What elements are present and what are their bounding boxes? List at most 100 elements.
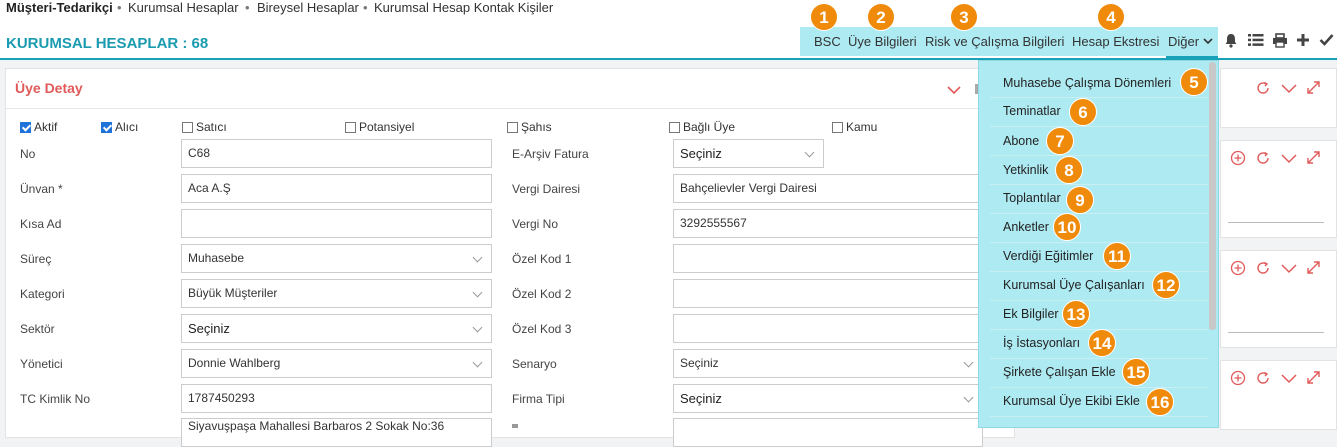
checkbox-sahis[interactable]: Şahıs <box>507 120 552 134</box>
list-icon[interactable] <box>1247 33 1265 51</box>
ozel-kod-3-field[interactable] <box>673 314 983 343</box>
add-circle-icon[interactable] <box>1230 260 1246 276</box>
tab-diger-underline <box>1166 56 1218 58</box>
annotation-badge-4: 4 <box>1097 3 1125 31</box>
checkbox-bagli-uye[interactable]: Bağlı Üye <box>669 120 735 134</box>
menu-divider <box>990 97 1208 98</box>
add-circle-icon[interactable] <box>1230 150 1246 166</box>
side-card-line <box>1228 332 1324 333</box>
checkbox-box[interactable] <box>345 122 356 133</box>
expand-icon[interactable] <box>1306 370 1321 385</box>
checkbox-kamu[interactable]: Kamu <box>832 120 877 134</box>
breadcrumb: Müşteri-Tedarikçi • Kurumsal Hesaplar • … <box>0 0 1337 24</box>
breadcrumb-item-kurumsal[interactable]: Kurumsal Hesaplar <box>128 0 239 15</box>
adres-field[interactable]: Siyavuşpaşa Mahallesi Barbaros 2 Sokak N… <box>181 418 492 447</box>
kisa-ad-field[interactable] <box>181 209 492 238</box>
vergi-no-field[interactable]: 3292555567 <box>673 209 983 238</box>
yonetici-select[interactable]: Donnie Wahlberg <box>181 349 492 378</box>
menu-item-toplantilar[interactable]: Toplantılar <box>1003 191 1061 205</box>
refresh-icon[interactable] <box>1255 150 1271 166</box>
checkbox-box[interactable] <box>20 122 31 133</box>
tc-kimlik-field[interactable]: 1787450293 <box>181 384 492 413</box>
checkbox-aktif[interactable]: Aktif <box>20 120 57 134</box>
label-unvan: Ünvan * <box>20 182 63 196</box>
label-no: No <box>20 147 36 161</box>
tab-uye-bilgileri[interactable]: Üye Bilgileri <box>848 34 917 49</box>
annotation-badge-6: 6 <box>1069 98 1097 126</box>
print-icon[interactable] <box>1271 33 1289 51</box>
chevron-down-icon[interactable] <box>1281 151 1297 165</box>
expand-icon[interactable] <box>1306 80 1321 95</box>
collapse-chevron-icon[interactable] <box>946 82 962 98</box>
menu-item-kurumsal-uye-ekibi-ekle[interactable]: Kurumsal Üye Ekibi Ekle <box>1003 394 1140 408</box>
chevron-down-icon[interactable] <box>1281 261 1297 275</box>
menu-divider <box>990 387 1208 388</box>
menu-item-verdigi-egitimler[interactable]: Verdiği Eğitimler <box>1003 249 1093 263</box>
checkbox-box[interactable] <box>101 122 112 133</box>
label-partial <box>512 424 518 428</box>
no-field[interactable]: C68 <box>181 139 492 168</box>
partial-field[interactable] <box>673 418 983 447</box>
menu-item-anketler[interactable]: Anketler <box>1003 220 1049 234</box>
checkbox-box[interactable] <box>669 122 680 133</box>
checkbox-alici[interactable]: Alıcı <box>101 120 138 134</box>
breadcrumb-item-bireysel[interactable]: Bireysel Hesaplar <box>257 0 359 15</box>
chevron-down-icon[interactable] <box>1281 81 1297 95</box>
ozel-kod-2-field[interactable] <box>673 279 983 308</box>
menu-item-abone[interactable]: Abone <box>1003 134 1039 148</box>
menu-item-teminatlar[interactable]: Teminatlar <box>1003 104 1061 118</box>
senaryo-select[interactable]: Seçiniz <box>673 349 983 378</box>
menu-item-ek-bilgiler[interactable]: Ek Bilgiler <box>1003 307 1059 321</box>
checkbox-box[interactable] <box>507 122 518 133</box>
refresh-icon[interactable] <box>1255 260 1271 276</box>
label-senaryo: Senaryo <box>512 357 557 371</box>
label-kategori: Kategori <box>20 287 65 301</box>
ozel-kod-1-field[interactable] <box>673 244 983 273</box>
menu-divider <box>990 155 1208 156</box>
check-icon[interactable] <box>1317 33 1335 51</box>
menu-item-sirkete-calisan-ekle[interactable]: Şirkete Çalışan Ekle <box>1003 365 1116 379</box>
annotation-badge-10: 10 <box>1053 213 1081 241</box>
add-circle-icon[interactable] <box>1230 370 1246 386</box>
checkbox-box[interactable] <box>832 122 843 133</box>
menu-item-kurumsal-uye-calisanlari[interactable]: Kurumsal Üye Çalışanları <box>1003 278 1145 292</box>
bell-icon[interactable] <box>1222 33 1240 51</box>
surec-select[interactable]: Muhasebe <box>181 244 492 273</box>
menu-item-muhasebe-calisma-donemleri[interactable]: Muhasebe Çalışma Dönemleri <box>1003 76 1171 90</box>
unvan-field[interactable]: Aca A.Ş <box>181 174 492 203</box>
checkbox-box[interactable] <box>182 122 193 133</box>
refresh-icon[interactable] <box>1255 80 1271 96</box>
expand-icon[interactable] <box>1306 150 1321 165</box>
chevron-down-icon[interactable] <box>1281 371 1297 385</box>
checkbox-satici[interactable]: Satıcı <box>182 120 227 134</box>
side-card-line <box>1228 222 1324 223</box>
breadcrumb-item-kontak[interactable]: Kurumsal Hesap Kontak Kişiler <box>374 0 553 15</box>
sektor-select[interactable]: Seçiniz <box>181 314 492 343</box>
breadcrumb-item-musteri[interactable]: Müşteri-Tedarikçi <box>6 0 113 15</box>
checkbox-potansiyel[interactable]: Potansiyel <box>345 120 414 134</box>
tab-risk-calisma[interactable]: Risk ve Çalışma Bilgileri <box>925 34 1064 49</box>
annotation-badge-1: 1 <box>810 3 838 31</box>
tab-bsc[interactable]: BSC <box>814 34 841 49</box>
e-arsiv-select[interactable]: Seçiniz <box>673 139 824 168</box>
menu-item-is-istasyonlari[interactable]: İş İstasyonları <box>1003 336 1080 350</box>
annotation-badge-7: 7 <box>1046 127 1074 155</box>
side-card-1 <box>1220 68 1337 128</box>
annotation-badge-2: 2 <box>867 3 895 31</box>
menu-scrollbar[interactable] <box>1209 62 1216 330</box>
label-ozel-kod-1: Özel Kod 1 <box>512 252 572 266</box>
label-e-arsiv: E-Arşiv Fatura <box>512 147 589 161</box>
checkbox-label: Bağlı Üye <box>683 120 736 134</box>
expand-icon[interactable] <box>1306 260 1321 275</box>
vergi-dairesi-field[interactable]: Bahçelievler Vergi Dairesi <box>673 174 983 203</box>
firma-tipi-select[interactable]: Seçiniz <box>673 384 983 413</box>
plus-icon[interactable] <box>1294 33 1312 51</box>
tab-diger[interactable]: Diğer <box>1168 34 1213 49</box>
tab-hesap-ekstresi[interactable]: Hesap Ekstresi <box>1072 34 1159 49</box>
menu-item-yetkinlik[interactable]: Yetkinlik <box>1003 163 1048 177</box>
kategori-select[interactable]: Büyük Müşteriler <box>181 279 492 308</box>
menu-divider <box>990 126 1208 127</box>
menu-divider <box>990 271 1208 272</box>
refresh-icon[interactable] <box>1255 370 1271 386</box>
annotation-badge-13: 13 <box>1062 300 1090 328</box>
